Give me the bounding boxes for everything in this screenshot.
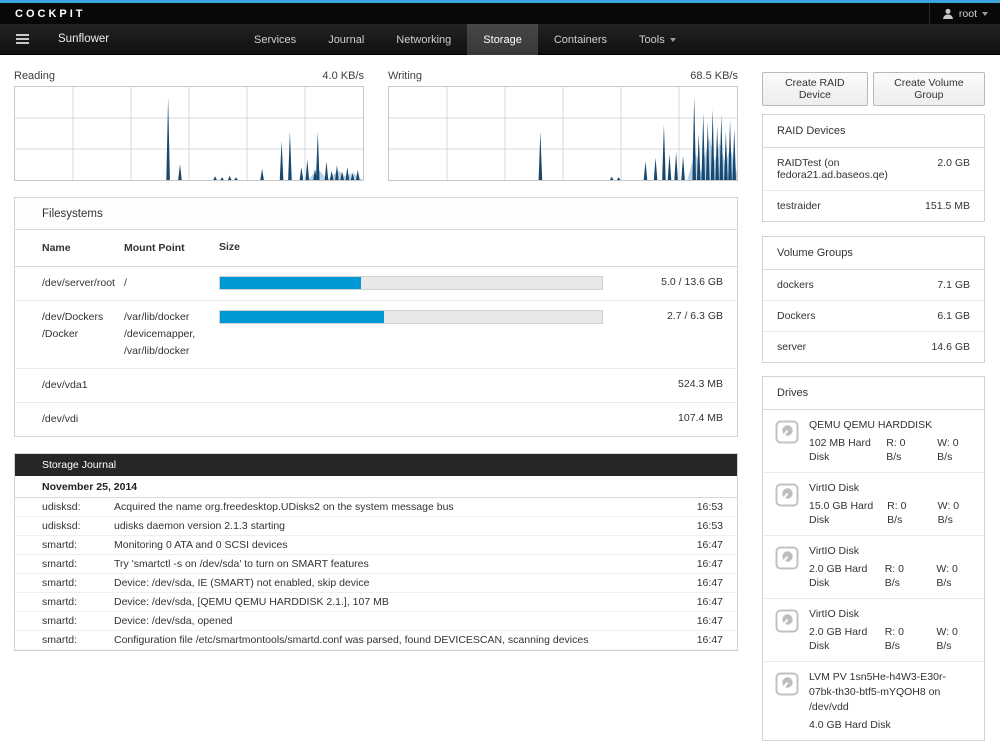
journal-row[interactable]: smartd: Device: /dev/sda, IE (SMART) not… <box>15 574 737 593</box>
writing-graph-value: 68.5 KB/s <box>690 70 738 82</box>
hard-disk-icon <box>775 670 799 732</box>
hard-disk-icon <box>775 481 799 527</box>
raid-devices-title: RAID Devices <box>763 115 984 148</box>
filesystem-row[interactable]: /dev/vda1 524.3 MB <box>15 369 737 403</box>
filesystems-panel: Filesystems Name Mount Point Size /dev/s… <box>14 197 738 437</box>
create-raid-device-button[interactable]: Create RAID Device <box>762 72 868 106</box>
writing-graph-block: Writing 68.5 KB/s <box>388 70 738 181</box>
journal-row[interactable]: udisksd: Acquired the name org.freedeskt… <box>15 498 737 517</box>
hostname-label[interactable]: Sunflower <box>44 24 123 54</box>
storage-journal-panel: Storage Journal November 25, 2014 udisks… <box>14 453 738 651</box>
column-header-mount: Mount Point <box>124 240 219 257</box>
journal-row[interactable]: udisksd: udisks daemon version 2.1.3 sta… <box>15 517 737 536</box>
filesystem-size: 2.7 / 6.3 GB <box>603 309 723 324</box>
raid-devices-panel: RAID Devices RAIDTest (on fedora21.ad.ba… <box>762 114 985 222</box>
content-area: Reading 4.0 KB/s Writing 68.5 KB/s Files… <box>0 55 1000 625</box>
io-graphs: Reading 4.0 KB/s Writing 68.5 KB/s <box>14 70 738 181</box>
drive-row[interactable]: VirtIO Disk 2.0 GB Hard DiskR: 0 B/sW: 0… <box>763 599 984 662</box>
volume-groups-title: Volume Groups <box>763 237 984 270</box>
drives-panel: Drives QEMU QEMU HARDDISK 102 MB Hard Di… <box>762 376 985 741</box>
raid-device-row[interactable]: RAIDTest (on fedora21.ad.baseos.qe) 2.0 … <box>763 148 984 191</box>
tab-services[interactable]: Services <box>238 24 312 55</box>
writing-graph <box>388 86 738 181</box>
filesystem-row[interactable]: /dev/server/root / 5.0 / 13.6 GB <box>15 267 737 301</box>
reading-graph-label: Reading <box>14 70 55 82</box>
tab-containers[interactable]: Containers <box>538 24 623 55</box>
left-column: Reading 4.0 KB/s Writing 68.5 KB/s Files… <box>14 70 738 651</box>
masthead: COCKPIT root <box>0 3 1000 24</box>
drive-row[interactable]: LVM PV 1sn5He-h4W3-E30r-07bk-th30-btf5-m… <box>763 662 984 740</box>
hard-disk-icon <box>775 544 799 590</box>
tab-journal[interactable]: Journal <box>312 24 380 55</box>
volume-group-row[interactable]: dockers 7.1 GB <box>763 270 984 301</box>
reading-graph-value: 4.0 KB/s <box>322 70 364 82</box>
filesystem-row[interactable]: /dev/Dockers /Docker /var/lib/docker /de… <box>15 301 737 369</box>
column-header-name: Name <box>42 240 124 257</box>
hard-disk-icon <box>775 418 799 464</box>
filesystems-title: Filesystems <box>15 198 737 230</box>
raid-device-row[interactable]: testraider 151.5 MB <box>763 191 984 221</box>
volume-group-row[interactable]: Dockers 6.1 GB <box>763 301 984 332</box>
column-header-size: Size <box>219 240 603 253</box>
filesystem-size: 524.3 MB <box>603 377 723 392</box>
volume-group-row[interactable]: server 14.6 GB <box>763 332 984 362</box>
tab-tools[interactable]: Tools <box>623 24 692 55</box>
journal-row[interactable]: smartd: Configuration file /etc/smartmon… <box>15 631 737 650</box>
filesystem-size: 107.4 MB <box>603 411 723 426</box>
usage-bar <box>219 276 603 290</box>
user-menu[interactable]: root <box>929 3 1000 24</box>
right-column: Create RAID Device Create Volume Group R… <box>762 72 985 741</box>
user-icon <box>942 8 954 20</box>
reading-graph <box>14 86 364 181</box>
hard-disk-icon <box>775 607 799 653</box>
drive-row[interactable]: VirtIO Disk 15.0 GB Hard DiskR: 0 B/sW: … <box>763 473 984 536</box>
nav-tabs: Services Journal Networking Storage Cont… <box>238 24 692 55</box>
main-navbar: Sunflower Services Journal Networking St… <box>0 24 1000 55</box>
drive-row[interactable]: VirtIO Disk 2.0 GB Hard DiskR: 0 B/sW: 0… <box>763 536 984 599</box>
journal-row[interactable]: smartd: Try 'smartctl -s on /dev/sda' to… <box>15 555 737 574</box>
menu-icon[interactable] <box>0 24 44 54</box>
journal-row[interactable]: smartd: Monitoring 0 ATA and 0 SCSI devi… <box>15 536 737 555</box>
drive-row[interactable]: QEMU QEMU HARDDISK 102 MB Hard DiskR: 0 … <box>763 410 984 473</box>
writing-graph-label: Writing <box>388 70 422 82</box>
usage-bar <box>219 310 603 324</box>
journal-row[interactable]: smartd: Device: /dev/sda, [QEMU QEMU HAR… <box>15 593 737 612</box>
tab-networking[interactable]: Networking <box>380 24 467 55</box>
chevron-down-icon <box>982 12 988 16</box>
create-volume-group-button[interactable]: Create Volume Group <box>873 72 985 106</box>
brand-logo: COCKPIT <box>0 8 86 20</box>
filesystems-header-row: Name Mount Point Size <box>15 230 737 267</box>
journal-date: November 25, 2014 <box>15 476 737 498</box>
storage-journal-title: Storage Journal <box>15 454 737 476</box>
chevron-down-icon <box>670 38 676 42</box>
user-name: root <box>959 8 977 20</box>
reading-graph-block: Reading 4.0 KB/s <box>14 70 364 181</box>
journal-row[interactable]: smartd: Device: /dev/sda, opened 16:47 <box>15 612 737 631</box>
tab-storage[interactable]: Storage <box>467 24 538 55</box>
filesystem-size: 5.0 / 13.6 GB <box>603 275 723 290</box>
filesystem-row[interactable]: /dev/vdi 107.4 MB <box>15 403 737 436</box>
volume-groups-panel: Volume Groups dockers 7.1 GB Dockers 6.1… <box>762 236 985 363</box>
drives-title: Drives <box>763 377 984 410</box>
